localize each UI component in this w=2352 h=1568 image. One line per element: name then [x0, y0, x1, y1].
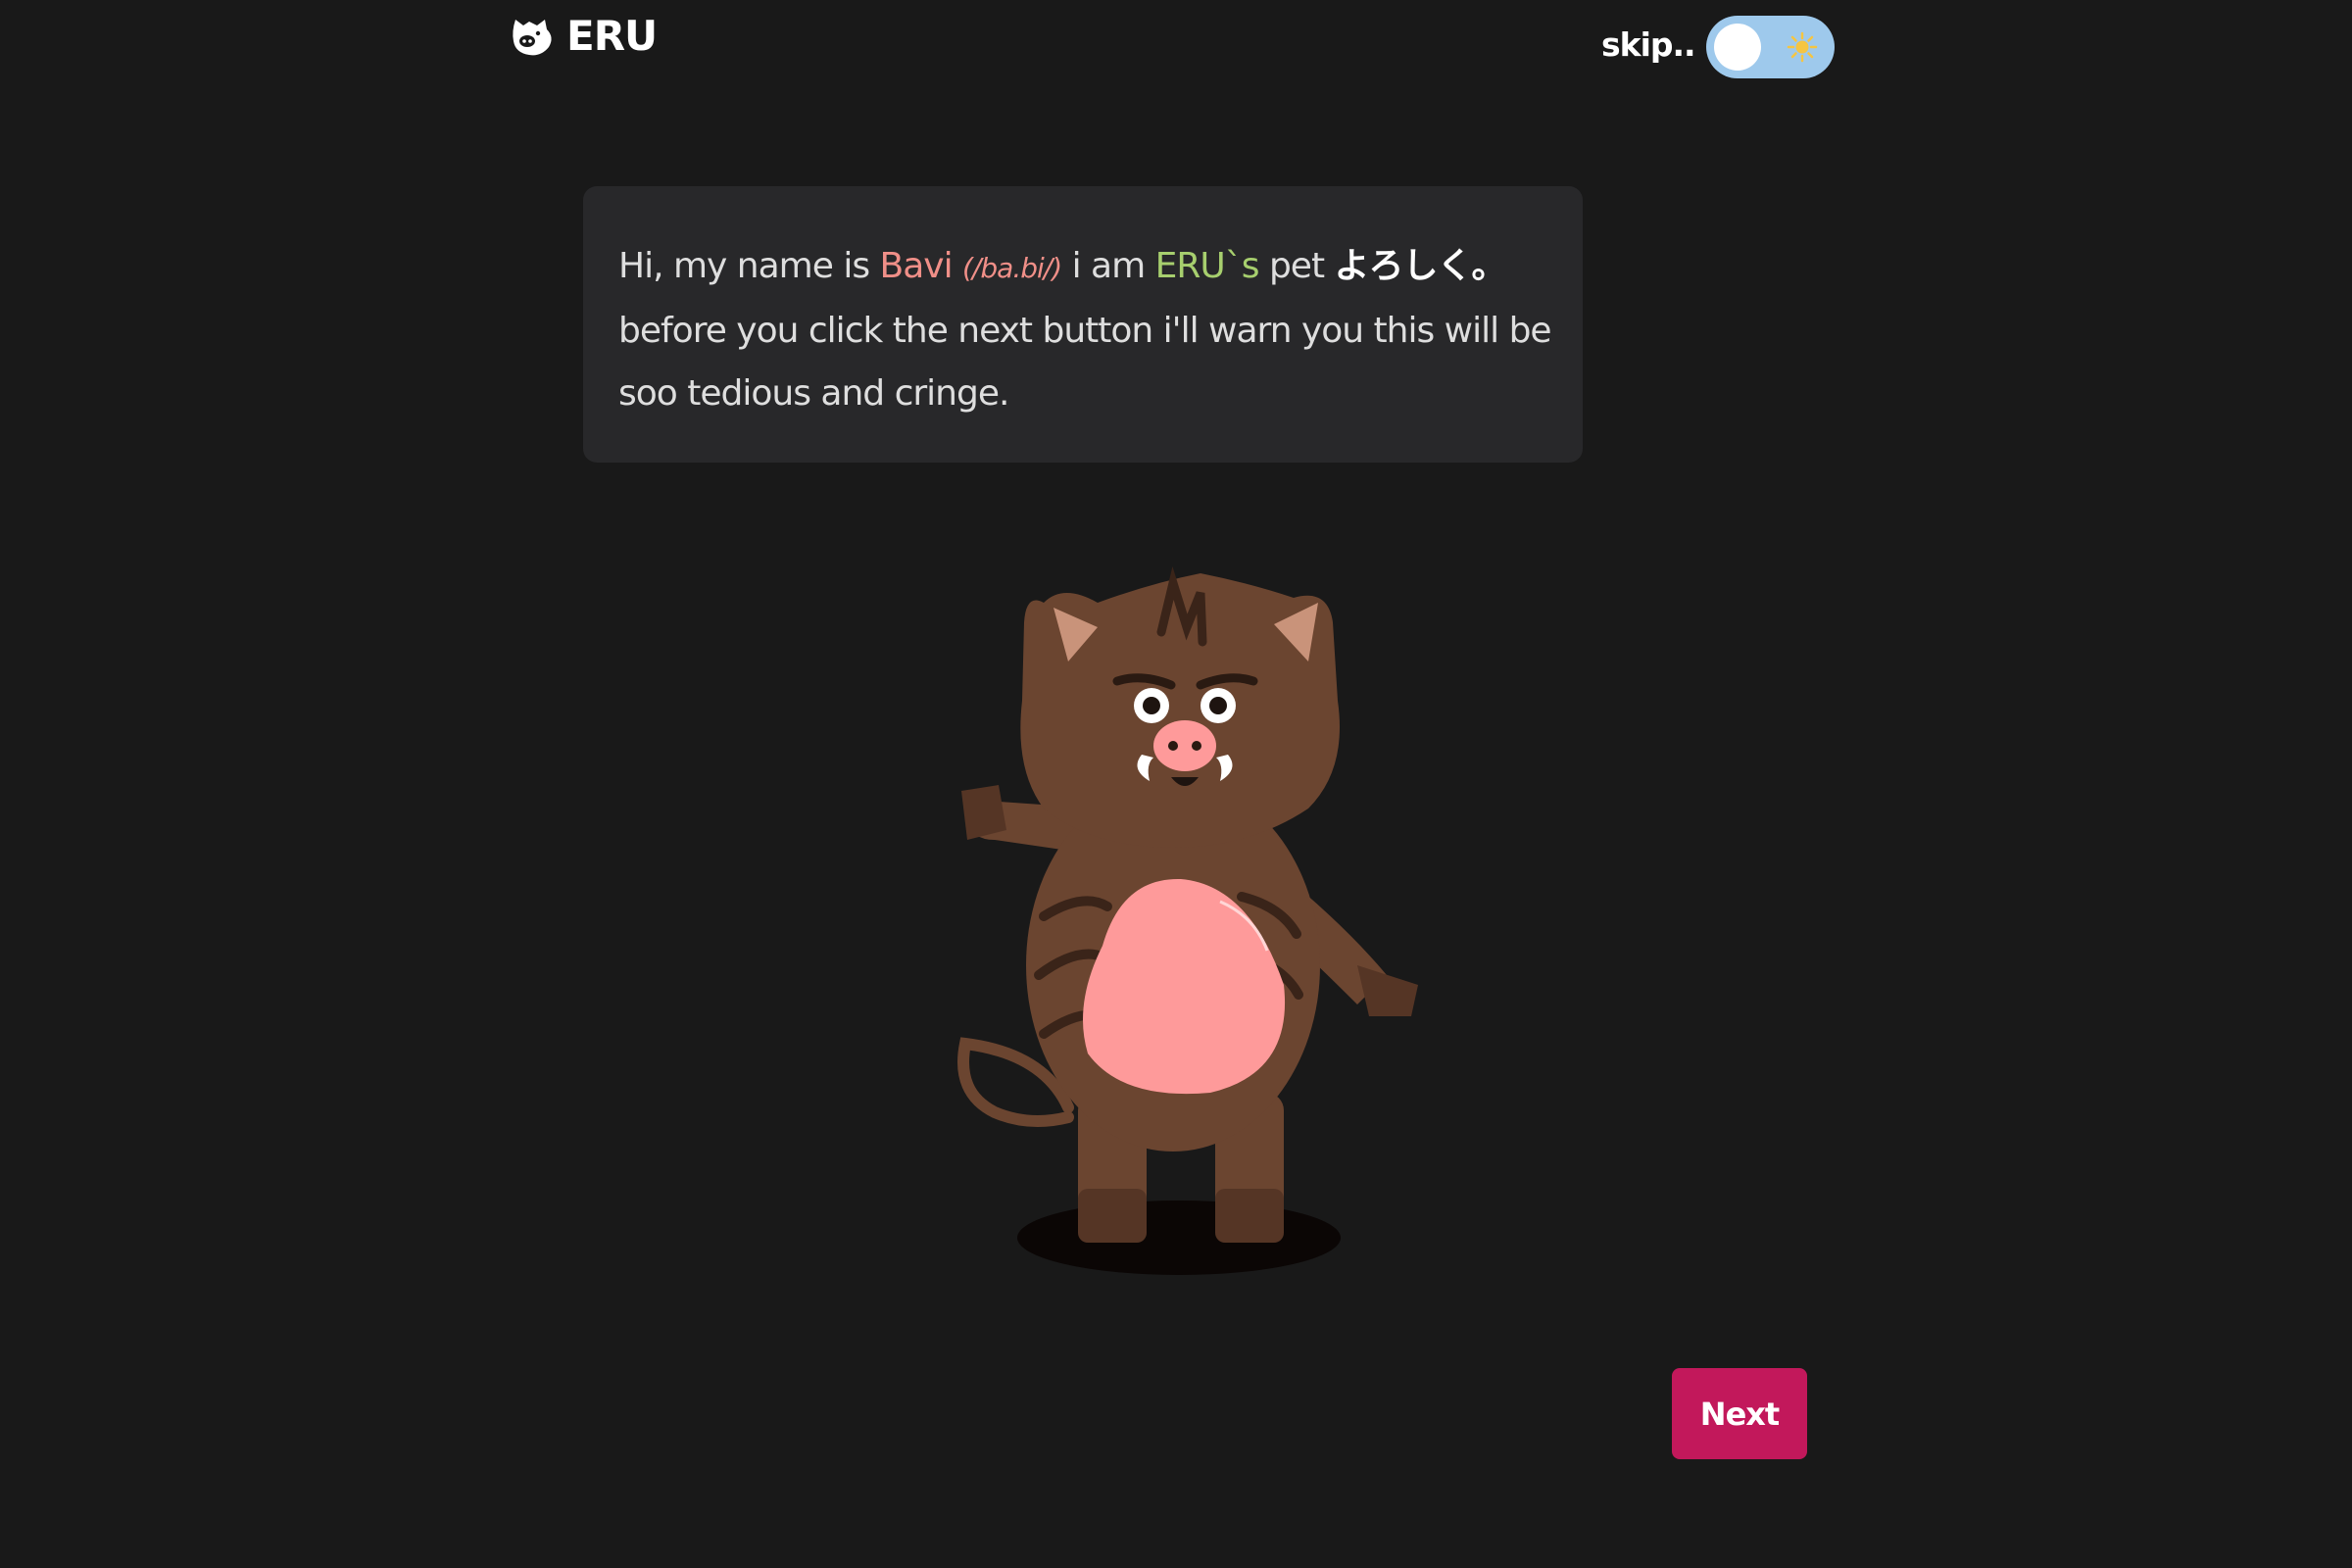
pet-name: Bavi [879, 246, 954, 286]
owner-name: ERU`s [1154, 246, 1260, 286]
intro-prefix: Hi, my name is [618, 246, 880, 286]
boar-mascot-illustration [957, 566, 1418, 1275]
onboarding-page: ERU skip.. Hi, my name is Bavi (/ba.bi/)… [0, 0, 2352, 1568]
pig-face-icon [513, 19, 552, 55]
app-logo[interactable]: ERU [508, 12, 658, 60]
japanese-greeting: よろしく。 [1334, 246, 1507, 286]
pet-pronunciation: (/ba.bi/) [962, 252, 1062, 284]
intro-warning: before you click the next button i'll wa… [618, 311, 1552, 414]
intro-suffix: pet [1258, 246, 1335, 286]
sun-icon [1787, 31, 1818, 63]
next-button[interactable]: Next [1672, 1368, 1807, 1459]
theme-toggle[interactable] [1706, 16, 1835, 78]
toggle-knob [1714, 24, 1761, 71]
skip-label[interactable]: skip.. [1601, 25, 1696, 64]
intro-text: Hi, my name is Bavi (/ba.bi/) i am ERU`s… [618, 235, 1553, 425]
app-name: ERU [566, 12, 658, 60]
intro-card: Hi, my name is Bavi (/ba.bi/) i am ERU`s… [583, 186, 1583, 463]
intro-middle: i am [1061, 246, 1155, 286]
